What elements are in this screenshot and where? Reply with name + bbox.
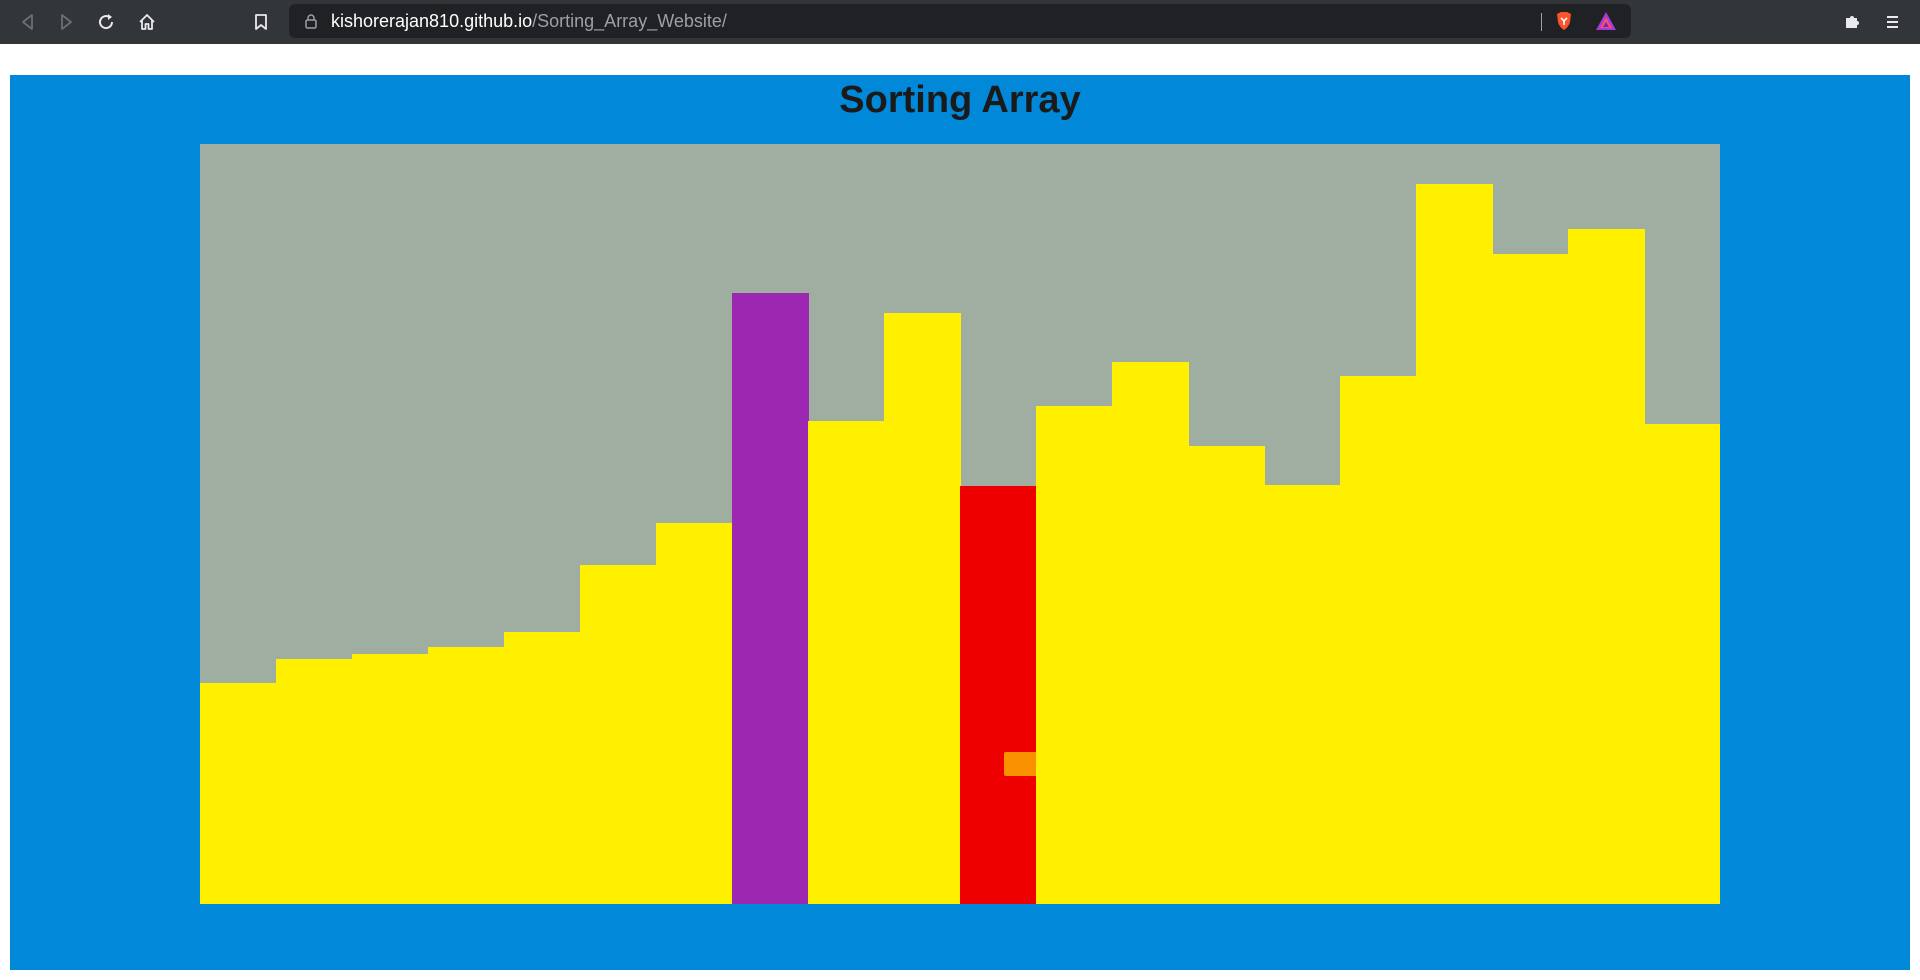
brave-shields-icon[interactable]: [1553, 10, 1575, 32]
array-bar-default: [1036, 406, 1113, 904]
array-bar-default: [1568, 229, 1645, 904]
array-bar-default: [352, 654, 429, 904]
array-bar-default: [884, 313, 961, 904]
array-bar-default: [1188, 446, 1265, 904]
puzzle-piece-icon: [1846, 16, 1859, 28]
array-bar-default: [1340, 376, 1417, 904]
array-bar-default: [276, 659, 353, 904]
forward-button[interactable]: [48, 4, 84, 40]
forward-arrow-icon: [61, 14, 72, 30]
app-frame: Sorting Array: [10, 75, 1910, 970]
array-bar-comparing: [732, 293, 809, 904]
array-bar-default: [1644, 424, 1720, 904]
array-bar-default: [1264, 485, 1341, 904]
home-button[interactable]: [129, 4, 165, 40]
screenshot-tooltip: [1004, 752, 1210, 776]
page-title: Sorting Array: [839, 79, 1081, 121]
array-bar-default: [1416, 184, 1493, 904]
array-bar-default: [428, 647, 505, 904]
reload-icon: [99, 14, 114, 30]
url-path: /Sorting_Array_Website/: [532, 11, 727, 31]
array-bar-default: [504, 632, 581, 904]
hamburger-menu-icon: [1887, 16, 1898, 28]
menu-button[interactable]: [1874, 4, 1910, 40]
bookmark-icon: [255, 14, 267, 30]
array-bar-default: [1112, 362, 1189, 904]
home-icon: [139, 14, 155, 30]
bookmark-button[interactable]: [243, 4, 279, 40]
extensions-button[interactable]: [1834, 4, 1870, 40]
array-bar-swapping: [960, 486, 1037, 904]
array-bar-default: [200, 683, 277, 904]
back-arrow-icon: [22, 14, 33, 30]
url-text: kishorerajan810.github.io/Sorting_Array_…: [331, 4, 727, 38]
url-host: kishorerajan810.github.io: [331, 11, 533, 31]
array-bar-default: [656, 523, 733, 904]
address-bar[interactable]: kishorerajan810.github.io/Sorting_Array_…: [289, 4, 1631, 38]
array-bars-container: [200, 144, 1720, 904]
back-button[interactable]: [10, 4, 46, 40]
reload-button[interactable]: [88, 4, 124, 40]
array-bar-default: [580, 565, 657, 904]
array-bar-default: [1492, 254, 1569, 904]
lock-icon: [305, 14, 317, 29]
array-bar-default: [808, 421, 885, 904]
brave-rewards-icon[interactable]: [1595, 11, 1617, 31]
address-divider: [1541, 13, 1542, 31]
browser-toolbar: kishorerajan810.github.io/Sorting_Array_…: [0, 0, 1920, 44]
